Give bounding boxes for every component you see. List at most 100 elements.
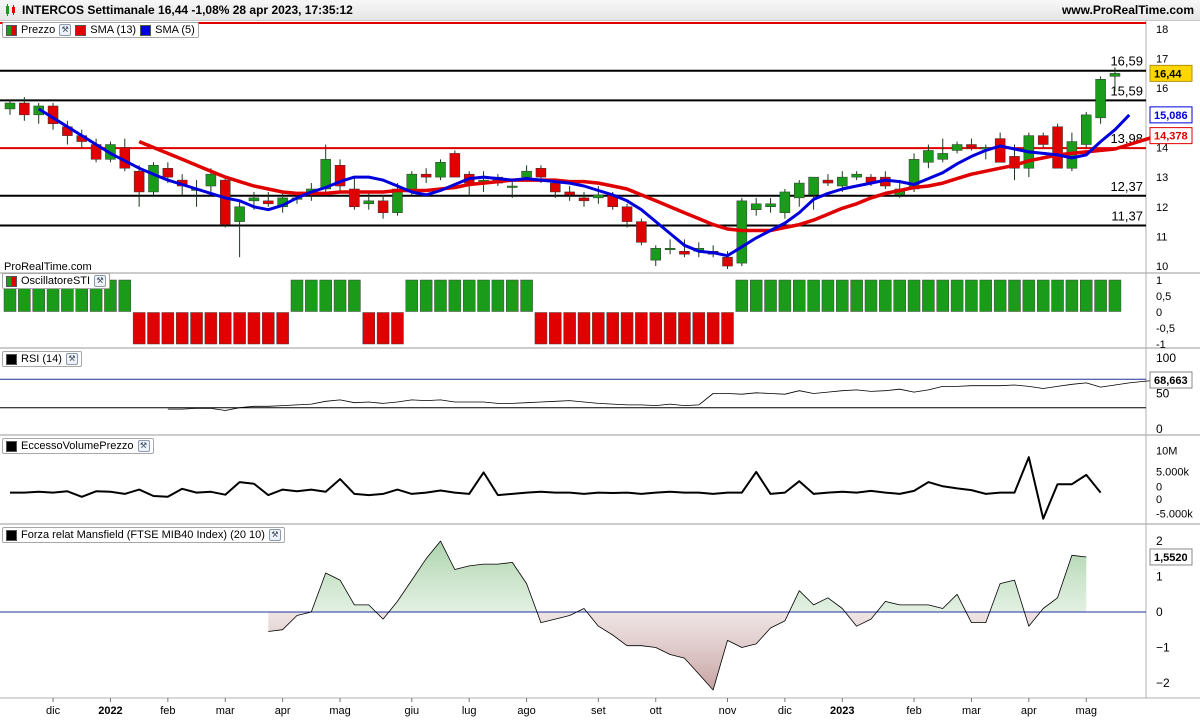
- price-tick-label: 17: [1156, 54, 1168, 66]
- rsi-badge-text: 68,663: [1154, 375, 1188, 387]
- x-tick-label: mar: [962, 705, 981, 717]
- sti-bar: [477, 279, 490, 312]
- candle-body: [1052, 126, 1063, 169]
- sti-bar: [348, 279, 361, 312]
- candle-body: [377, 200, 389, 213]
- sma13-swatch: [75, 24, 87, 36]
- mansfield-tick-label: 1: [1156, 570, 1163, 584]
- level-label: 11,37: [1111, 208, 1143, 223]
- candle-body: [220, 179, 231, 225]
- sti-tick-label: 1: [1156, 275, 1162, 287]
- sti-bar: [405, 279, 419, 312]
- sti-bar: [419, 279, 433, 312]
- candle-body: [435, 162, 446, 178]
- wrench-icon[interactable]: ⚒: [59, 24, 72, 36]
- candle-body: [1081, 114, 1092, 145]
- sti-bar: [821, 279, 835, 312]
- candle-body: [4, 102, 16, 110]
- candle-body: [248, 197, 260, 202]
- sti-bar: [1051, 279, 1064, 312]
- instrument-title: INTERCOS Settimanale 16,44 -1,08% 28 apr…: [22, 3, 353, 17]
- sti-bar: [161, 312, 175, 345]
- price-tick-label: 11: [1156, 231, 1167, 243]
- candle-body: [808, 176, 819, 196]
- sti-bar: [1036, 279, 1050, 312]
- x-tick-label: 2022: [98, 705, 122, 717]
- sti-bar: [434, 279, 447, 312]
- mansfield-badge-text: 1,5520: [1154, 552, 1188, 564]
- x-tick-label: 2023: [830, 705, 854, 717]
- candle-body: [550, 182, 561, 193]
- sti-bar: [1008, 279, 1021, 312]
- candle-body: [133, 170, 145, 193]
- sti-bar: [936, 279, 949, 312]
- sti-bar: [1108, 279, 1122, 312]
- sti-bar: [620, 312, 634, 345]
- site-link[interactable]: www.ProRealTime.com: [1062, 3, 1194, 17]
- candle-body: [564, 191, 575, 196]
- sti-bar: [534, 312, 548, 345]
- price-swatch: [6, 24, 17, 36]
- x-tick-label: dic: [46, 705, 61, 717]
- sti-bar: [190, 312, 203, 345]
- candle-body: [19, 102, 30, 116]
- sti-bar: [749, 279, 763, 312]
- sti-bar: [175, 312, 189, 345]
- sti-tick-label: -0,5: [1156, 323, 1175, 335]
- x-tick-label: ott: [650, 705, 662, 717]
- rsi-legend: RSI (14) ⚒: [2, 351, 82, 367]
- sti-bar: [706, 312, 720, 345]
- candle-body: [420, 173, 432, 178]
- candle-body: [765, 203, 776, 208]
- candle-body: [650, 248, 661, 261]
- sti-bar: [965, 279, 978, 312]
- sma13-legend-label: SMA (13): [90, 24, 137, 36]
- sti-bar: [950, 279, 964, 312]
- sti-bar: [836, 279, 849, 312]
- x-tick-label: lug: [462, 705, 477, 717]
- volume-tick-label: 5.000k: [1156, 467, 1190, 479]
- sti-bar: [793, 279, 806, 312]
- sti-bar: [362, 312, 375, 345]
- sma13-badge: 14,378: [1149, 127, 1193, 145]
- level-label: 18,20: [1110, 20, 1143, 21]
- sti-bar: [649, 312, 662, 345]
- sti-bar: [663, 312, 677, 345]
- watermark-text: ProRealTime.com: [4, 261, 92, 273]
- sti-bar: [1080, 279, 1093, 312]
- wrench-icon[interactable]: ⚒: [268, 529, 281, 541]
- rsi-line: [167, 379, 1173, 411]
- sti-bar: [247, 312, 261, 345]
- sti-tick-label: 0: [1156, 307, 1162, 319]
- candle-body: [535, 167, 547, 178]
- candle-body: [449, 153, 461, 178]
- sti-bar: [1065, 279, 1079, 312]
- x-tick-label: nov: [719, 705, 737, 717]
- candle-body: [578, 197, 590, 202]
- x-tick-label: ago: [517, 705, 535, 717]
- sti-legend: OscillatoreSTI ⚒: [2, 273, 111, 289]
- wrench-icon[interactable]: ⚒: [137, 440, 150, 452]
- sti-bar: [1022, 279, 1036, 312]
- candle-body: [679, 250, 690, 255]
- sti-bar: [391, 312, 404, 345]
- sti-bar: [132, 312, 146, 345]
- price-tick-label: 14: [1156, 142, 1168, 154]
- rsi-tick-label: 50: [1156, 387, 1170, 401]
- mansfield-tick-label: 2: [1156, 534, 1163, 548]
- candle-body: [951, 144, 963, 151]
- rsi-tick-label: 0: [1156, 422, 1163, 436]
- sti-bar: [319, 279, 332, 312]
- rsi-legend-label: RSI (14): [21, 353, 62, 365]
- chart-canvas[interactable]: 18,2016,5915,5913,9812,3711,37 101112131…: [0, 20, 1200, 720]
- candle-body: [363, 200, 374, 205]
- rsi-tick-label: 100: [1156, 351, 1176, 365]
- mansfield-legend-label: Forza relat Mansfield (FTSE MIB40 Index)…: [21, 529, 265, 541]
- mansfield-area-negative: [268, 612, 1087, 690]
- mansfield-badge: 1,5520: [1149, 548, 1193, 566]
- wrench-icon[interactable]: ⚒: [65, 353, 78, 365]
- wrench-icon[interactable]: ⚒: [94, 275, 107, 287]
- sti-bar: [635, 312, 648, 345]
- sti-bar: [491, 279, 505, 312]
- mansfield-swatch: [6, 529, 17, 541]
